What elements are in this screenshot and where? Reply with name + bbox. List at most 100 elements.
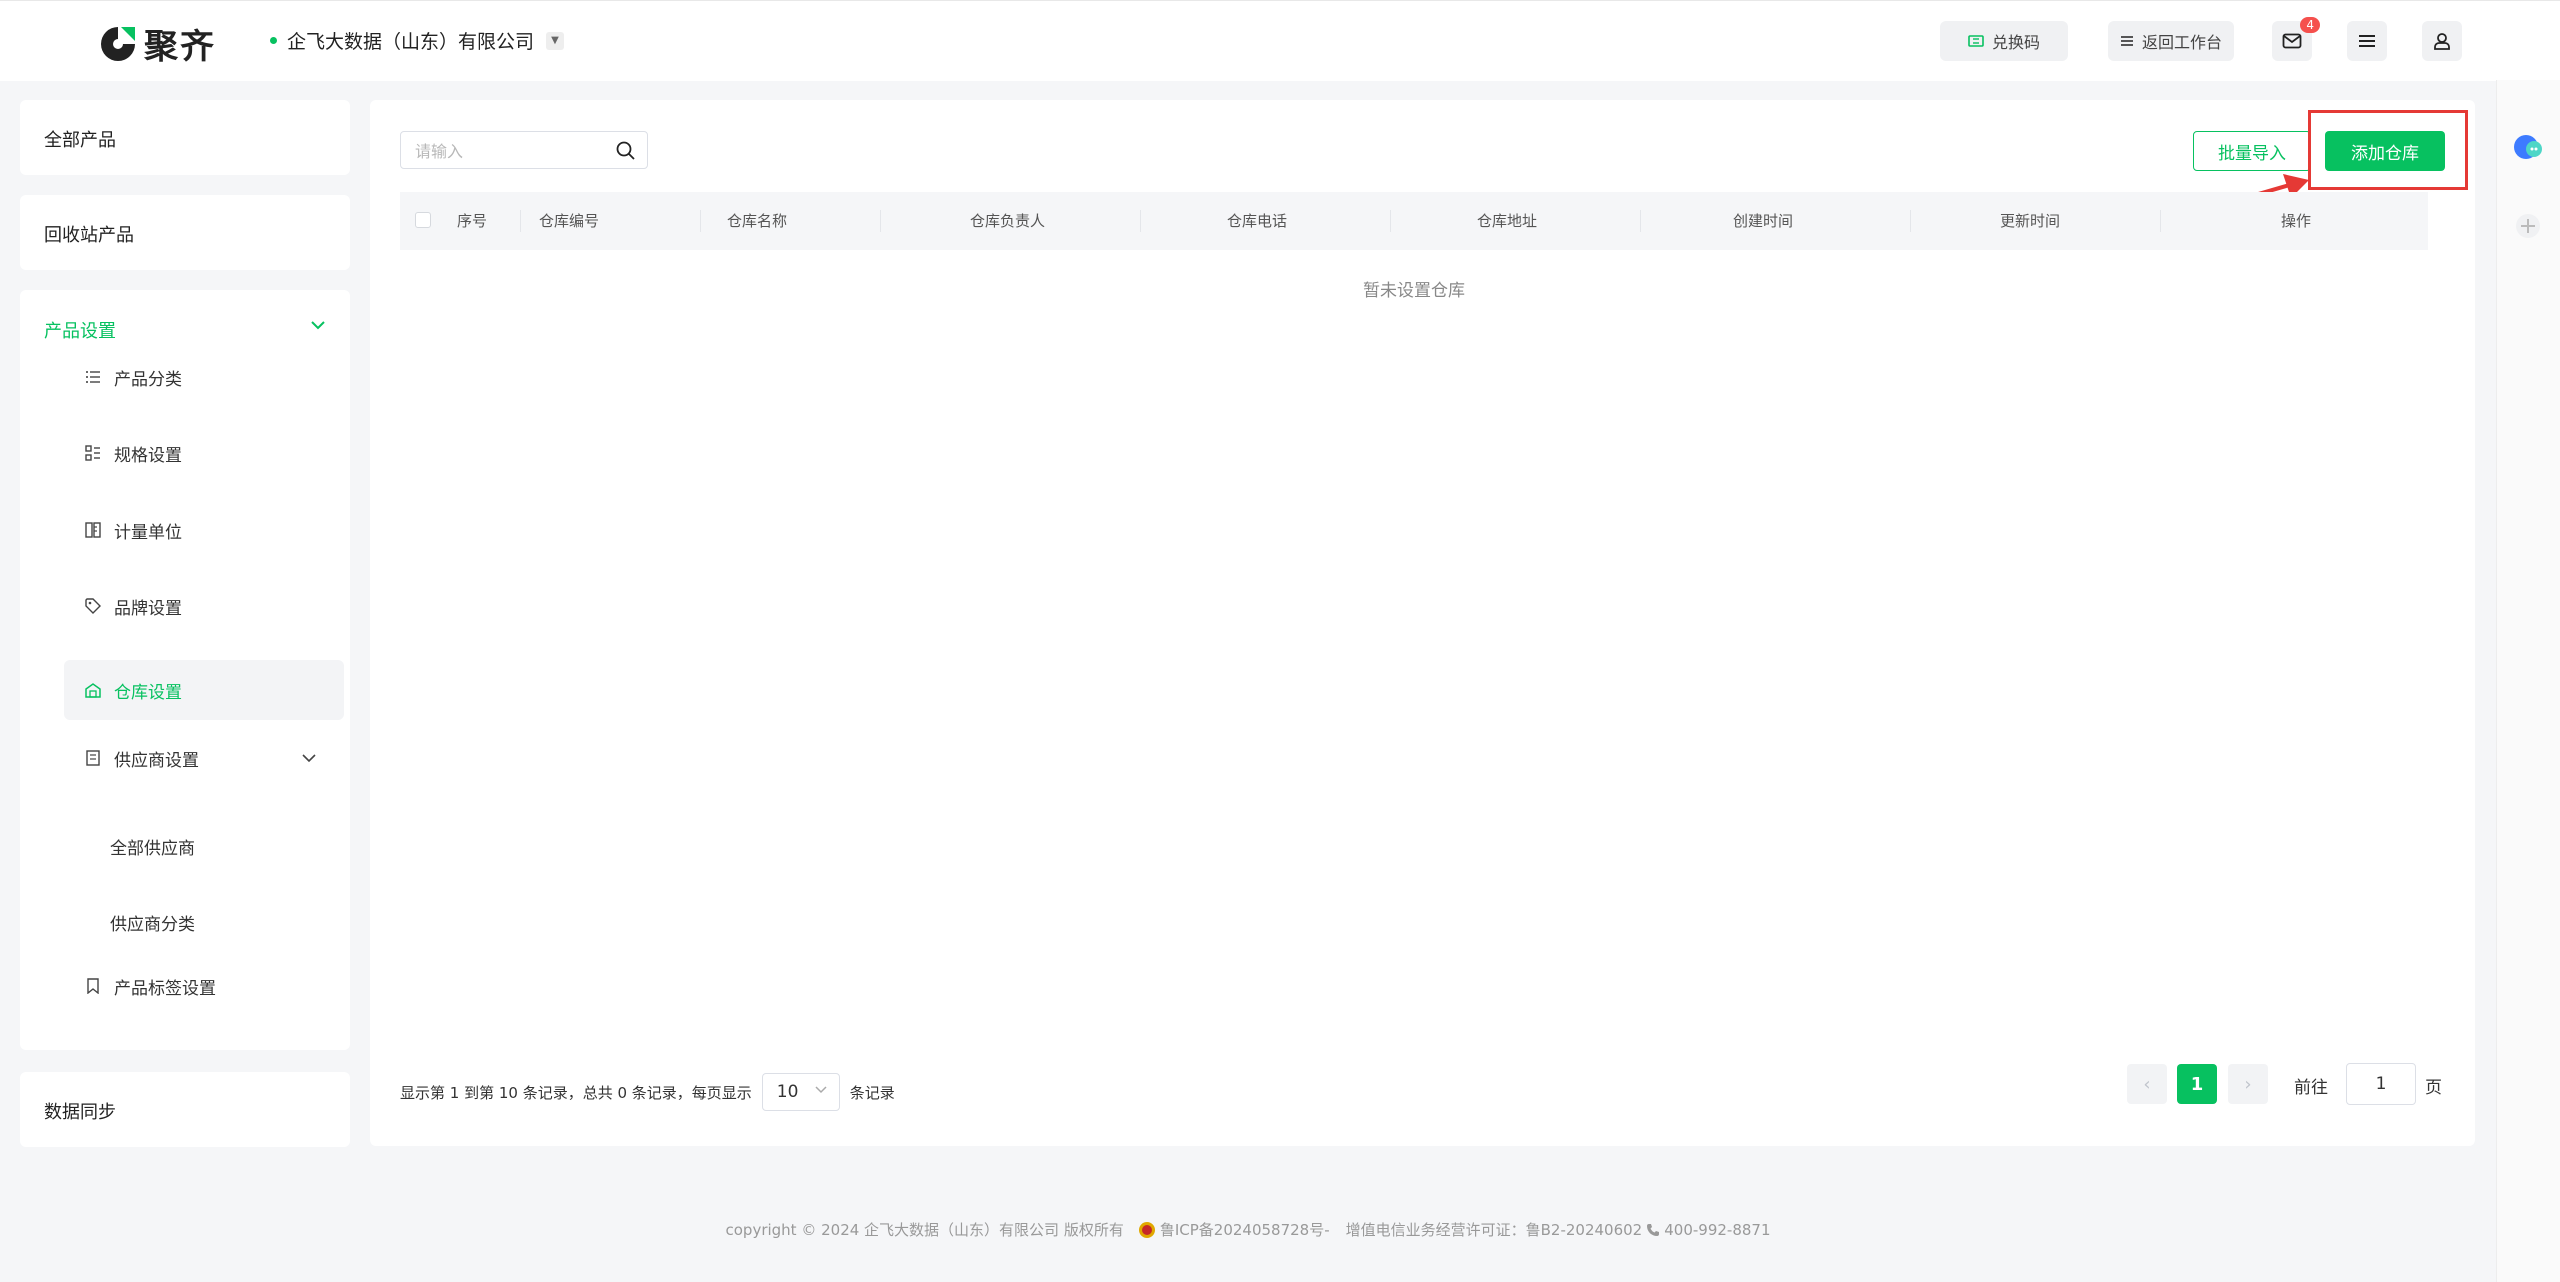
user-icon [2434,33,2450,50]
menu-button[interactable] [2347,21,2387,61]
brand-name: 聚齐 [144,27,216,67]
footer-license: 增值电信业务经营许可证：鲁B2-20240602 [1345,1221,1643,1239]
main-panel [370,100,2475,1146]
sidebar-data-sync-label: 数据同步 [44,1102,116,1123]
column-divider [700,210,701,232]
phone-icon [1647,1223,1660,1236]
police-badge-icon [1138,1221,1155,1238]
sidebar-item-label: 计量单位 [114,522,182,543]
chat-assistant-icon[interactable] [2511,130,2545,164]
column-divider [2160,210,2161,232]
select-all-checkbox[interactable] [415,212,431,228]
footer-copyright: copyright © 2024 企飞大数据（山东）有限公司 版权所有 [725,1221,1124,1239]
sidebar-item-label: 仓库设置 [114,682,182,703]
table-empty-text: 暂未设置仓库 [1363,281,1465,301]
footer: copyright © 2024 企飞大数据（山东）有限公司 版权所有 鲁ICP… [0,1219,2496,1240]
column-header: 仓库编号 [539,212,600,230]
sidebar-data-sync[interactable]: 数据同步 [20,1072,350,1147]
plus-icon[interactable] [2515,213,2541,239]
sidebar-recycle-products[interactable]: 回收站产品 [20,195,350,270]
column-header: 仓库负责人 [970,212,1046,230]
chevron-down-icon [302,754,316,763]
status-dot [270,37,277,44]
sidebar-item-product-category[interactable]: 产品分类 [84,347,326,407]
column-header: 序号 [457,212,488,230]
sidebar-all-products[interactable]: 全部产品 [20,100,350,175]
footer-icp[interactable]: 鲁ICP备2024058728号- [1160,1219,1330,1240]
sidebar-item-warehouse[interactable]: 仓库设置 [64,660,344,720]
ticket-icon [1968,35,1984,47]
table-header: 序号 仓库编号 仓库名称 仓库负责人 仓库电话 仓库地址 创建时间 更新时间 操… [400,192,2428,250]
dropdown-caret-icon: ▼ [546,31,565,50]
back-to-workbench-label: 返回工作台 [2141,33,2222,52]
column-divider [880,210,881,232]
company-switcher[interactable]: 企飞大数据（山东）有限公司 ▼ [270,27,565,54]
list-icon [84,368,102,386]
prev-page-button[interactable]: ‹ [2127,1064,2167,1104]
footer-phone: 400-992-8871 [1664,1220,1771,1239]
sidebar-item-brand[interactable]: 品牌设置 [84,576,326,636]
page-size-value: 10 [776,1082,799,1102]
column-divider [1390,210,1391,232]
goto-label: 前往 [2294,1078,2328,1098]
sidebar-item-label: 供应商设置 [114,750,199,771]
mail-icon [2282,33,2302,49]
column-divider [1140,210,1141,232]
sidebar-product-settings-group: 产品设置 产品分类 规格设置 计量单位 品牌设置 仓库设置 供应商设置 全部供应… [20,290,350,1050]
batch-import-button[interactable]: 批量导入 [2193,131,2311,171]
bookmark-icon [84,977,102,995]
brand-logo[interactable]: 聚齐 [98,19,216,68]
sidebar-all-products-label: 全部产品 [44,130,116,151]
search-input[interactable] [401,132,617,170]
pagination-info: 显示第 1 到第 10 条记录，总共 0 条记录，每页显示 10 条记录 [400,1073,895,1111]
pagination-info-prefix: 显示第 1 到第 10 条记录，总共 0 条记录，每页显示 [400,1083,752,1102]
chevron-down-icon [815,1086,827,1094]
column-header: 操作 [2281,212,2312,230]
page-size-select[interactable]: 10 [761,1073,840,1111]
sidebar-item-label: 产品分类 [114,369,182,390]
ruler-icon [84,521,102,539]
search-icon[interactable] [616,141,635,160]
next-page-button[interactable]: › [2228,1064,2268,1104]
top-bar: 聚齐 企飞大数据（山东）有限公司 ▼ 兑换码 返回工作台 4 [0,0,2560,81]
hamburger-icon [2359,35,2375,47]
chevron-down-icon [311,321,325,330]
page-button-current[interactable]: 1 [2177,1064,2217,1104]
redeem-code-label: 兑换码 [1991,33,2040,52]
brand-logo-icon [101,26,135,61]
mail-count-badge: 4 [2300,17,2320,33]
column-header: 仓库地址 [1477,212,1538,230]
sidebar-item-label: 品牌设置 [114,598,182,619]
sidebar-item-spec-settings[interactable]: 规格设置 [84,423,326,483]
column-header: 创建时间 [1733,212,1794,230]
back-to-workbench-button[interactable]: 返回工作台 [2108,21,2234,61]
messages-button[interactable]: 4 [2272,17,2320,61]
sidebar-item-label: 产品标签设置 [114,978,216,999]
supplier-icon [84,749,102,767]
company-name: 企飞大数据（山东）有限公司 [287,31,535,53]
redeem-code-button[interactable]: 兑换码 [1940,21,2068,61]
list-icon [2120,36,2133,46]
right-rail [2496,80,2560,1282]
sidebar-item-label: 规格设置 [114,445,182,466]
annotation-highlight-box [2308,110,2468,190]
user-profile-button[interactable] [2422,21,2462,61]
pagination-info-suffix: 条记录 [849,1083,895,1102]
spec-list-icon [84,444,102,462]
column-header: 仓库名称 [727,212,788,230]
sidebar-item-supplier-settings[interactable]: 供应商设置 [84,728,326,788]
sidebar-product-settings-label: 产品设置 [44,321,116,342]
column-header: 更新时间 [2000,212,2061,230]
sidebar-recycle-products-label: 回收站产品 [44,225,134,246]
sidebar-item-supplier-category[interactable]: 供应商分类 [110,910,195,935]
search-box [400,131,648,170]
column-divider [1910,210,1911,232]
column-header: 仓库电话 [1227,212,1288,230]
sidebar-item-unit[interactable]: 计量单位 [84,500,326,560]
page-unit-label: 页 [2425,1078,2442,1098]
goto-page-input[interactable]: 1 [2346,1063,2416,1105]
sidebar-item-all-suppliers[interactable]: 全部供应商 [110,834,195,859]
warehouse-icon [84,681,102,699]
sidebar-item-product-tags[interactable]: 产品标签设置 [84,956,326,1016]
column-divider [520,210,521,232]
